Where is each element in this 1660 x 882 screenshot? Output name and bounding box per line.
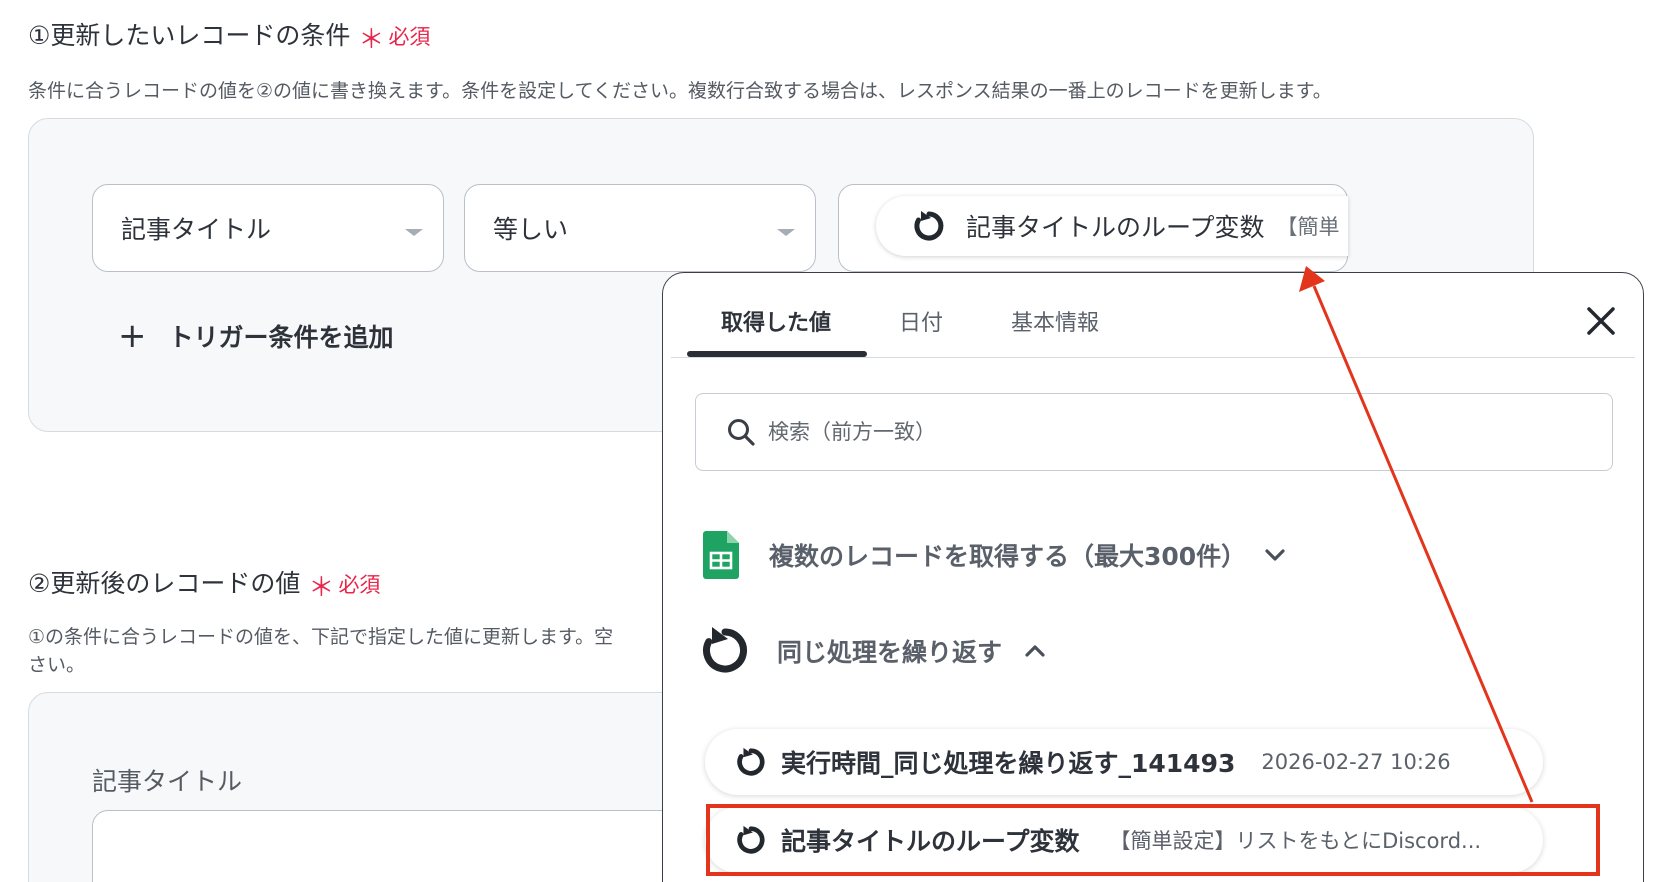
annotation-arrow (1299, 266, 1534, 803)
